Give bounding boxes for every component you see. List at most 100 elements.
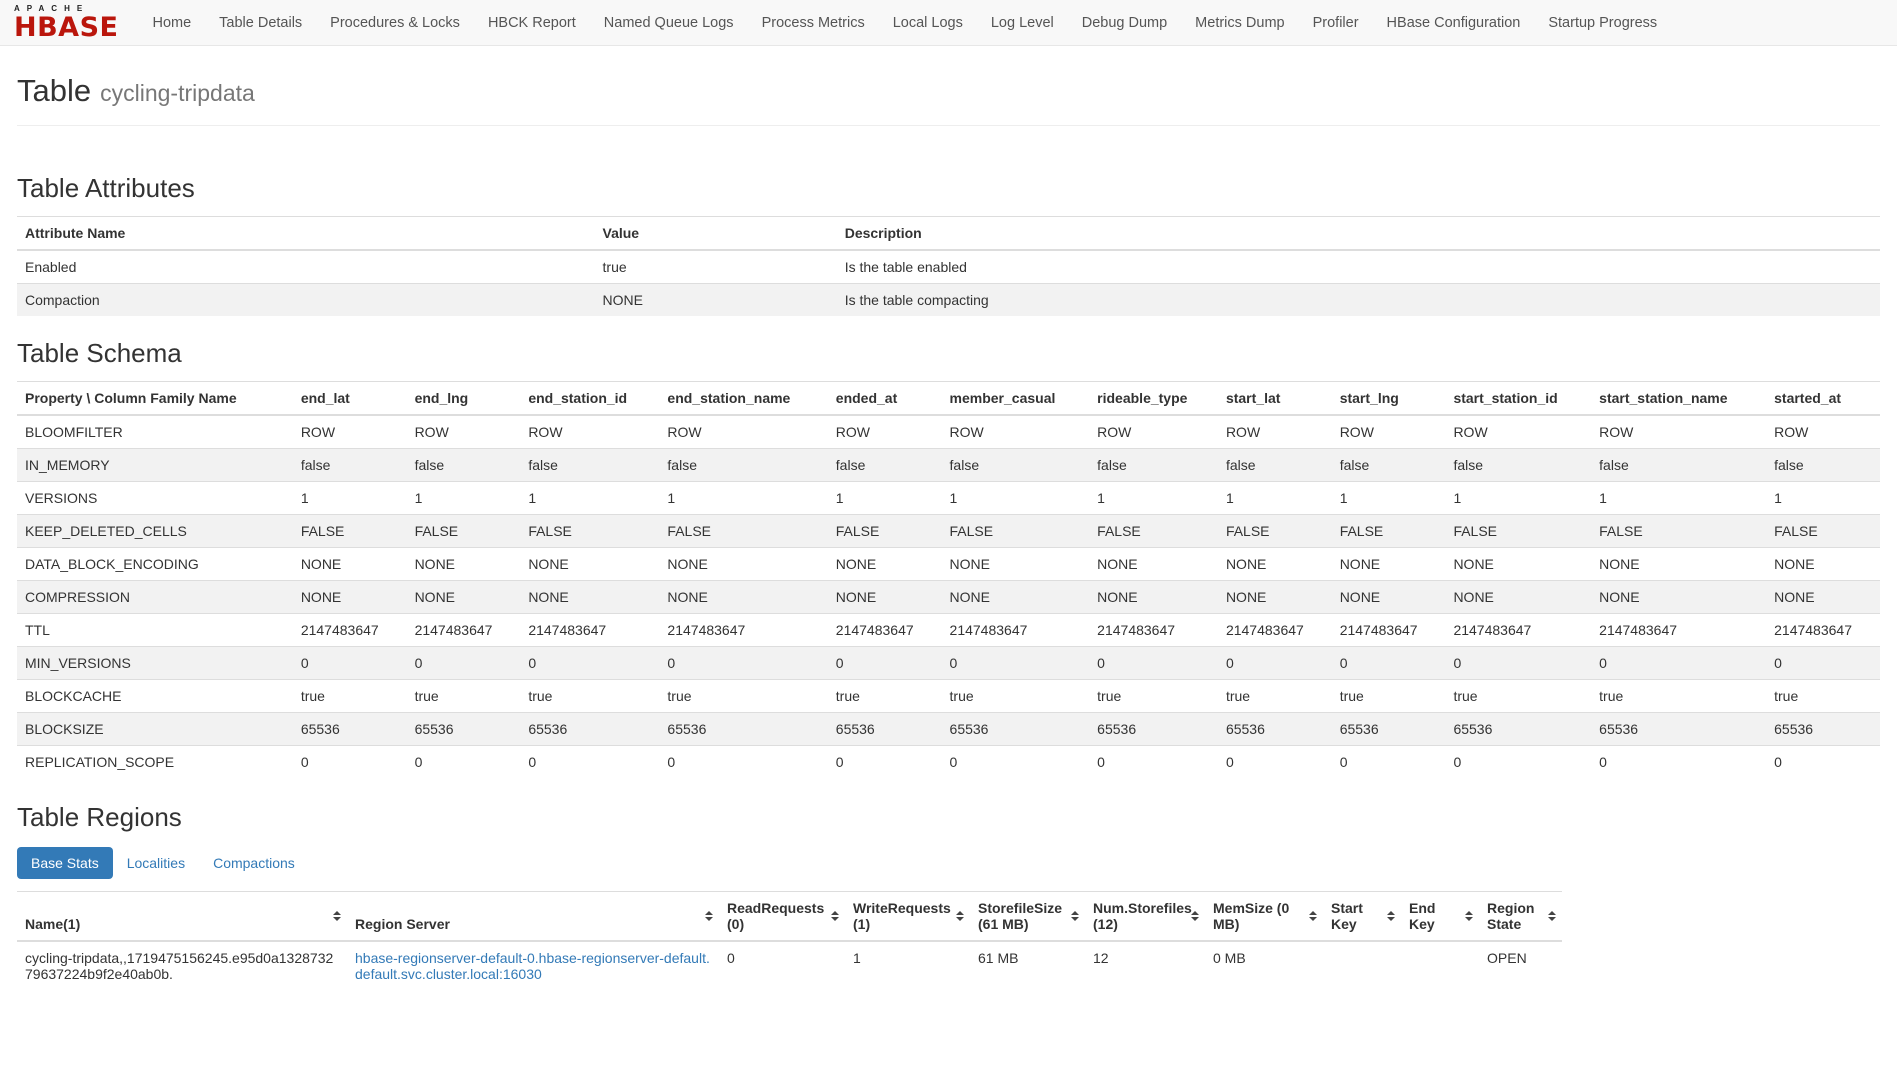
table-cell: 0	[407, 647, 521, 680]
table-cell: 65536	[293, 713, 407, 746]
column-header: end_lng	[407, 382, 521, 416]
table-row: BLOCKCACHEtruetruetruetruetruetruetruetr…	[17, 680, 1880, 713]
table-cell: NONE	[659, 581, 827, 614]
table-cell: 0	[1445, 647, 1591, 680]
table-cell: NONE	[407, 581, 521, 614]
page-subtitle: cycling-tripdata	[100, 80, 255, 106]
sortable-column-header[interactable]: ReadRequests (0)	[719, 892, 845, 942]
table-cell: 0	[293, 746, 407, 779]
sort-icon	[956, 911, 965, 921]
column-header: start_station_id	[1445, 382, 1591, 416]
column-header: start_station_name	[1591, 382, 1766, 416]
column-header: end_lat	[293, 382, 407, 416]
column-header-label: WriteRequests (1)	[853, 900, 951, 932]
tab-localities[interactable]: Localities	[113, 847, 199, 879]
nav-item-home[interactable]: Home	[138, 0, 205, 45]
nav-item-startup-progress[interactable]: Startup Progress	[1534, 0, 1671, 45]
column-header-label: Num.Storefiles (12)	[1093, 900, 1192, 932]
table-cell: ROW	[1218, 415, 1332, 449]
nav-item-process-metrics[interactable]: Process Metrics	[748, 0, 879, 45]
nav-item-log-level[interactable]: Log Level	[977, 0, 1068, 45]
hbase-logo[interactable]: APACHE HBASE	[14, 5, 118, 41]
table-cell: 65536	[659, 713, 827, 746]
table-cell: FALSE	[1332, 515, 1446, 548]
table-cell: 1	[1766, 482, 1880, 515]
schema-header-row: Property \ Column Family Nameend_latend_…	[17, 382, 1880, 416]
table-cell: FALSE	[1766, 515, 1880, 548]
sortable-column-header[interactable]: MemSize (0 MB)	[1205, 892, 1323, 942]
nav-item-procedures-locks[interactable]: Procedures & Locks	[316, 0, 474, 45]
schema-property-cell: BLOOMFILTER	[17, 415, 293, 449]
column-header: member_casual	[942, 382, 1090, 416]
sort-icon	[831, 911, 840, 921]
sortable-column-header[interactable]: StorefileSize (61 MB)	[970, 892, 1085, 942]
schema-property-cell: VERSIONS	[17, 482, 293, 515]
sortable-column-header[interactable]: Region Server	[347, 892, 719, 942]
tab-base-stats[interactable]: Base Stats	[17, 847, 113, 879]
nav-item-named-queue-logs[interactable]: Named Queue Logs	[590, 0, 748, 45]
sortable-column-header[interactable]: Region State	[1479, 892, 1562, 942]
sortable-column-header[interactable]: Name(1)	[17, 892, 347, 942]
table-cell: FALSE	[659, 515, 827, 548]
table-cell: true	[1766, 680, 1880, 713]
table-cell: 2147483647	[659, 614, 827, 647]
nav-item-hbck-report[interactable]: HBCK Report	[474, 0, 590, 45]
sortable-column-header[interactable]: End Key	[1401, 892, 1479, 942]
table-cell: 0	[1591, 746, 1766, 779]
column-header-label: Region Server	[355, 916, 450, 932]
table-cell: 2147483647	[407, 614, 521, 647]
table-cell: 2147483647	[293, 614, 407, 647]
region-server-link[interactable]: hbase-regionserver-default-0.hbase-regio…	[355, 950, 710, 982]
nav-item-local-logs[interactable]: Local Logs	[879, 0, 977, 45]
table-row: cycling-tripdata,,1719475156245.e95d0a13…	[17, 941, 1562, 990]
table-cell: 65536	[520, 713, 659, 746]
table-row: REPLICATION_SCOPE000000000000	[17, 746, 1880, 779]
sortable-column-header[interactable]: Num.Storefiles (12)	[1085, 892, 1205, 942]
table-cell: NONE	[1591, 548, 1766, 581]
table-cell: 1	[942, 482, 1090, 515]
column-header: Value	[595, 217, 837, 251]
tab-compactions[interactable]: Compactions	[199, 847, 309, 879]
table-cell: true	[595, 250, 837, 284]
table-cell: NONE	[828, 581, 942, 614]
nav-item-profiler[interactable]: Profiler	[1299, 0, 1373, 45]
table-cell: ROW	[1766, 415, 1880, 449]
main-content: Tablecycling-tripdata Table Attributes A…	[0, 73, 1897, 1030]
table-cell: 0	[659, 647, 827, 680]
table-row: EnabledtrueIs the table enabled	[17, 250, 1880, 284]
sort-icon	[705, 911, 714, 921]
nav-item-metrics-dump[interactable]: Metrics Dump	[1181, 0, 1298, 45]
table-cell: 0	[828, 647, 942, 680]
table-cell: 65536	[1766, 713, 1880, 746]
table-cell: false	[1445, 449, 1591, 482]
table-cell: FALSE	[407, 515, 521, 548]
schema-table-body: BLOOMFILTERROWROWROWROWROWROWROWROWROWRO…	[17, 415, 1880, 778]
column-header: Description	[837, 217, 1880, 251]
table-cell: NONE	[1332, 548, 1446, 581]
table-cell: Is the table enabled	[837, 250, 1880, 284]
table-cell: 2147483647	[520, 614, 659, 647]
sortable-column-header[interactable]: WriteRequests (1)	[845, 892, 970, 942]
table-cell: FALSE	[1089, 515, 1218, 548]
table-cell: ROW	[1332, 415, 1446, 449]
table-cell: ROW	[659, 415, 827, 449]
table-cell: false	[659, 449, 827, 482]
table-cell: NONE	[1089, 581, 1218, 614]
schema-property-cell: BLOCKCACHE	[17, 680, 293, 713]
nav-item-debug-dump[interactable]: Debug Dump	[1068, 0, 1181, 45]
table-cell: true	[659, 680, 827, 713]
attributes-table: Attribute NameValueDescription Enabledtr…	[17, 216, 1880, 316]
table-cell: 65536	[407, 713, 521, 746]
nav-item-table-details[interactable]: Table Details	[205, 0, 316, 45]
column-header-label: End Key	[1409, 900, 1435, 932]
table-cell: ROW	[1445, 415, 1591, 449]
table-cell: 1	[1445, 482, 1591, 515]
table-cell: 0	[1766, 647, 1880, 680]
table-row: BLOCKSIZE6553665536655366553665536655366…	[17, 713, 1880, 746]
table-cell: 1	[407, 482, 521, 515]
table-row: BLOOMFILTERROWROWROWROWROWROWROWROWROWRO…	[17, 415, 1880, 449]
nav-item-hbase-configuration[interactable]: HBase Configuration	[1373, 0, 1535, 45]
table-cell: 1	[659, 482, 827, 515]
sortable-column-header[interactable]: Start Key	[1323, 892, 1401, 942]
table-cell: true	[828, 680, 942, 713]
